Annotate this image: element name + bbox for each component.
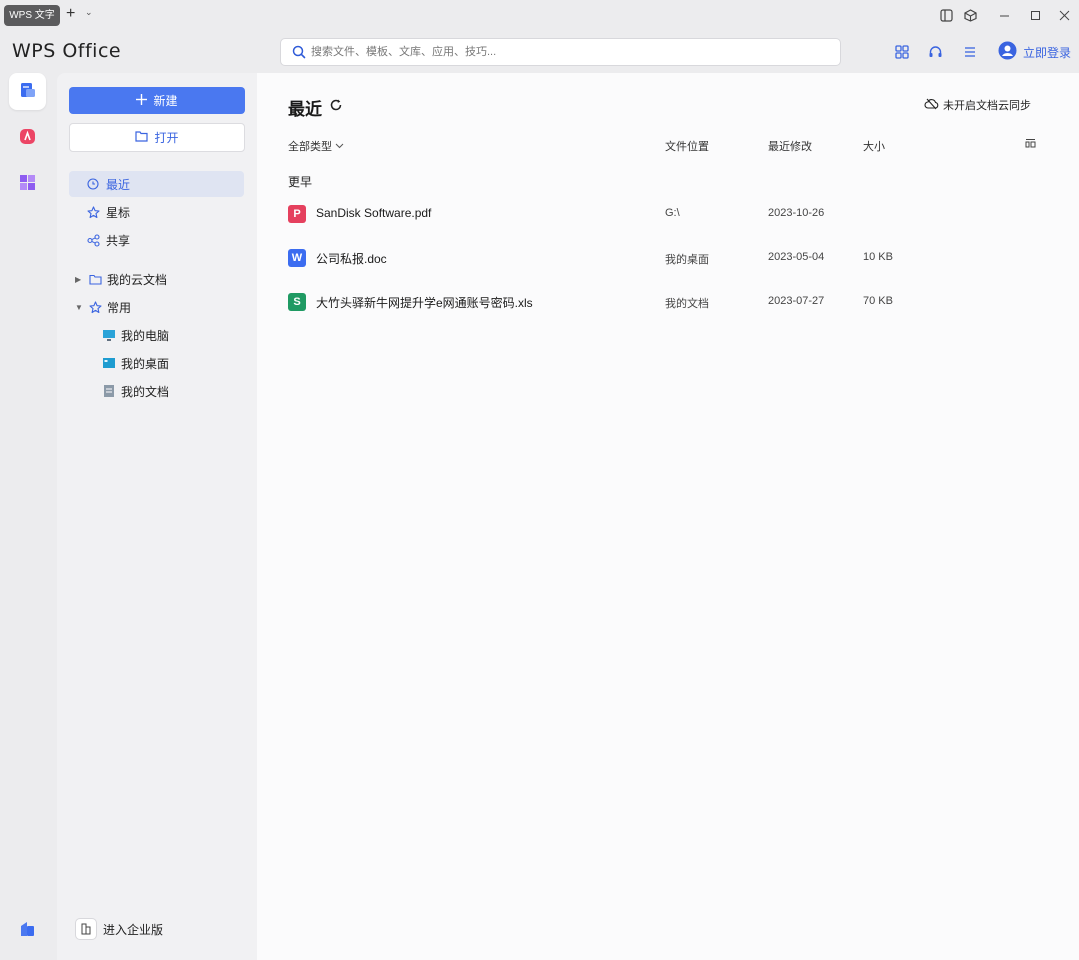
- enterprise-building-icon: [19, 920, 36, 940]
- rail-documents-button[interactable]: [9, 73, 46, 110]
- file-row[interactable]: S 大竹头驿新牛网提升学e网通账号密码.xls 我的文档 2023-07-27 …: [257, 280, 1079, 324]
- expand-arrow-icon[interactable]: ▶: [75, 275, 85, 284]
- tree-item-my-documents[interactable]: 我的文档: [101, 380, 169, 402]
- file-name[interactable]: SanDisk Software.pdf: [316, 206, 431, 220]
- login-button[interactable]: 立即登录: [998, 41, 1071, 63]
- enterprise-icon: [75, 918, 97, 940]
- wps-office-logo: WPS Office: [12, 40, 122, 62]
- close-icon[interactable]: [1055, 6, 1073, 24]
- file-row[interactable]: P SanDisk Software.pdf G:\ 2023-10-26: [257, 192, 1079, 236]
- rail-apps-button[interactable]: [9, 165, 46, 202]
- word-file-icon: W: [288, 249, 306, 267]
- star-icon: [87, 299, 103, 315]
- plus-icon: [136, 93, 148, 108]
- tree-item-common[interactable]: ▼ 常用: [75, 296, 131, 318]
- folder-icon: [87, 271, 103, 287]
- tree-item-my-desktop[interactable]: 我的桌面: [101, 352, 169, 374]
- tree-item-label: 我的电脑: [121, 328, 170, 343]
- cloud-sync-label: 未开启文档云同步: [943, 100, 1031, 112]
- tab-wps-writer[interactable]: WPS 文字: [4, 5, 60, 26]
- file-modified: 2023-07-27: [768, 295, 825, 307]
- group-label-earlier: 更早: [288, 175, 313, 189]
- navigation-panel: 新建 打开 最近 星标 共享 ▶ 我的云文档 ▼ 常用 我的电脑 我的桌面 我的…: [57, 73, 257, 960]
- documents-icon: [19, 81, 37, 102]
- menu-icon[interactable]: [961, 43, 979, 61]
- nav-item-starred[interactable]: 星标: [69, 199, 244, 225]
- tab-menu-chevron-icon[interactable]: ⌄: [85, 7, 93, 18]
- star-icon: [85, 204, 101, 220]
- nav-item-label: 星标: [106, 205, 131, 220]
- headset-support-icon[interactable]: [926, 43, 944, 61]
- file-name[interactable]: 大竹头驿新牛网提升学e网通账号密码.xls: [316, 294, 533, 311]
- maximize-icon[interactable]: [1026, 6, 1044, 24]
- folder-open-icon: [135, 130, 149, 145]
- docer-icon: [19, 128, 36, 148]
- tree-item-label: 常用: [107, 300, 132, 315]
- tree-item-label: 我的云文档: [107, 272, 168, 287]
- cloud-off-icon: [924, 98, 939, 113]
- file-size: 70 KB: [863, 295, 893, 307]
- nav-item-recent[interactable]: 最近: [69, 171, 244, 197]
- tree-item-label: 我的文档: [121, 384, 170, 399]
- file-name[interactable]: 公司私报.doc: [316, 250, 387, 267]
- column-header-location[interactable]: 文件位置: [665, 138, 709, 154]
- tree-item-cloud-docs[interactable]: ▶ 我的云文档: [75, 268, 167, 290]
- cloud-sync-status[interactable]: 未开启文档云同步: [924, 97, 1031, 113]
- apps-grid-icon[interactable]: [893, 43, 911, 61]
- share-icon: [85, 232, 101, 248]
- file-modified: 2023-05-04: [768, 251, 825, 263]
- enterprise-label: 进入企业版: [103, 922, 164, 937]
- collapse-arrow-icon[interactable]: ▼: [75, 303, 85, 312]
- computer-icon: [101, 327, 117, 343]
- rail-enterprise-button[interactable]: [9, 911, 46, 948]
- type-filter-dropdown[interactable]: 全部类型: [288, 138, 344, 154]
- search-box[interactable]: [280, 38, 841, 66]
- search-icon: [292, 45, 306, 62]
- box-icon[interactable]: [961, 6, 979, 24]
- file-row[interactable]: W 公司私报.doc 我的桌面 2023-05-04 10 KB: [257, 236, 1079, 280]
- layout-icon[interactable]: [937, 6, 955, 24]
- document-icon: [101, 383, 117, 399]
- nav-item-shared[interactable]: 共享: [69, 227, 244, 253]
- desktop-icon: [101, 355, 117, 371]
- tree-item-label: 我的桌面: [121, 356, 170, 371]
- nav-item-label: 最近: [106, 177, 131, 192]
- file-location: G:\: [665, 207, 680, 219]
- refresh-icon[interactable]: [328, 97, 344, 113]
- chevron-down-icon: [335, 140, 344, 152]
- minimize-icon[interactable]: [995, 6, 1013, 24]
- search-input[interactable]: [311, 43, 831, 61]
- apps-icon: [19, 174, 36, 194]
- spreadsheet-file-icon: S: [288, 293, 306, 311]
- main-content: 最近 未开启文档云同步 全部类型 文件位置 最近修改 大小 更早 P SanDi…: [257, 73, 1079, 960]
- new-button-label: 新建: [153, 94, 178, 108]
- file-location: 我的文档: [665, 298, 709, 310]
- open-button[interactable]: 打开: [69, 123, 245, 152]
- type-filter-label: 全部类型: [288, 141, 332, 153]
- file-size: 10 KB: [863, 251, 893, 263]
- add-tab-button[interactable]: +: [66, 4, 75, 24]
- file-location: 我的桌面: [665, 254, 709, 266]
- new-button[interactable]: 新建: [69, 87, 245, 114]
- column-header-modified[interactable]: 最近修改: [768, 138, 812, 154]
- file-modified: 2023-10-26: [768, 207, 825, 219]
- nav-item-label: 共享: [106, 233, 131, 248]
- tree-item-my-computer[interactable]: 我的电脑: [101, 324, 169, 346]
- enterprise-entry[interactable]: 进入企业版: [75, 918, 163, 940]
- page-title: 最近: [288, 100, 322, 119]
- open-button-label: 打开: [154, 131, 179, 145]
- user-avatar-icon: [998, 41, 1017, 63]
- login-label: 立即登录: [1023, 45, 1072, 60]
- rail-docer-button[interactable]: [9, 119, 46, 156]
- title-bar: WPS 文字 + ⌄: [0, 0, 1079, 30]
- clock-icon: [85, 176, 101, 192]
- pdf-file-icon: P: [288, 205, 306, 223]
- column-header-size[interactable]: 大小: [863, 138, 885, 154]
- view-settings-icon[interactable]: [1025, 138, 1036, 151]
